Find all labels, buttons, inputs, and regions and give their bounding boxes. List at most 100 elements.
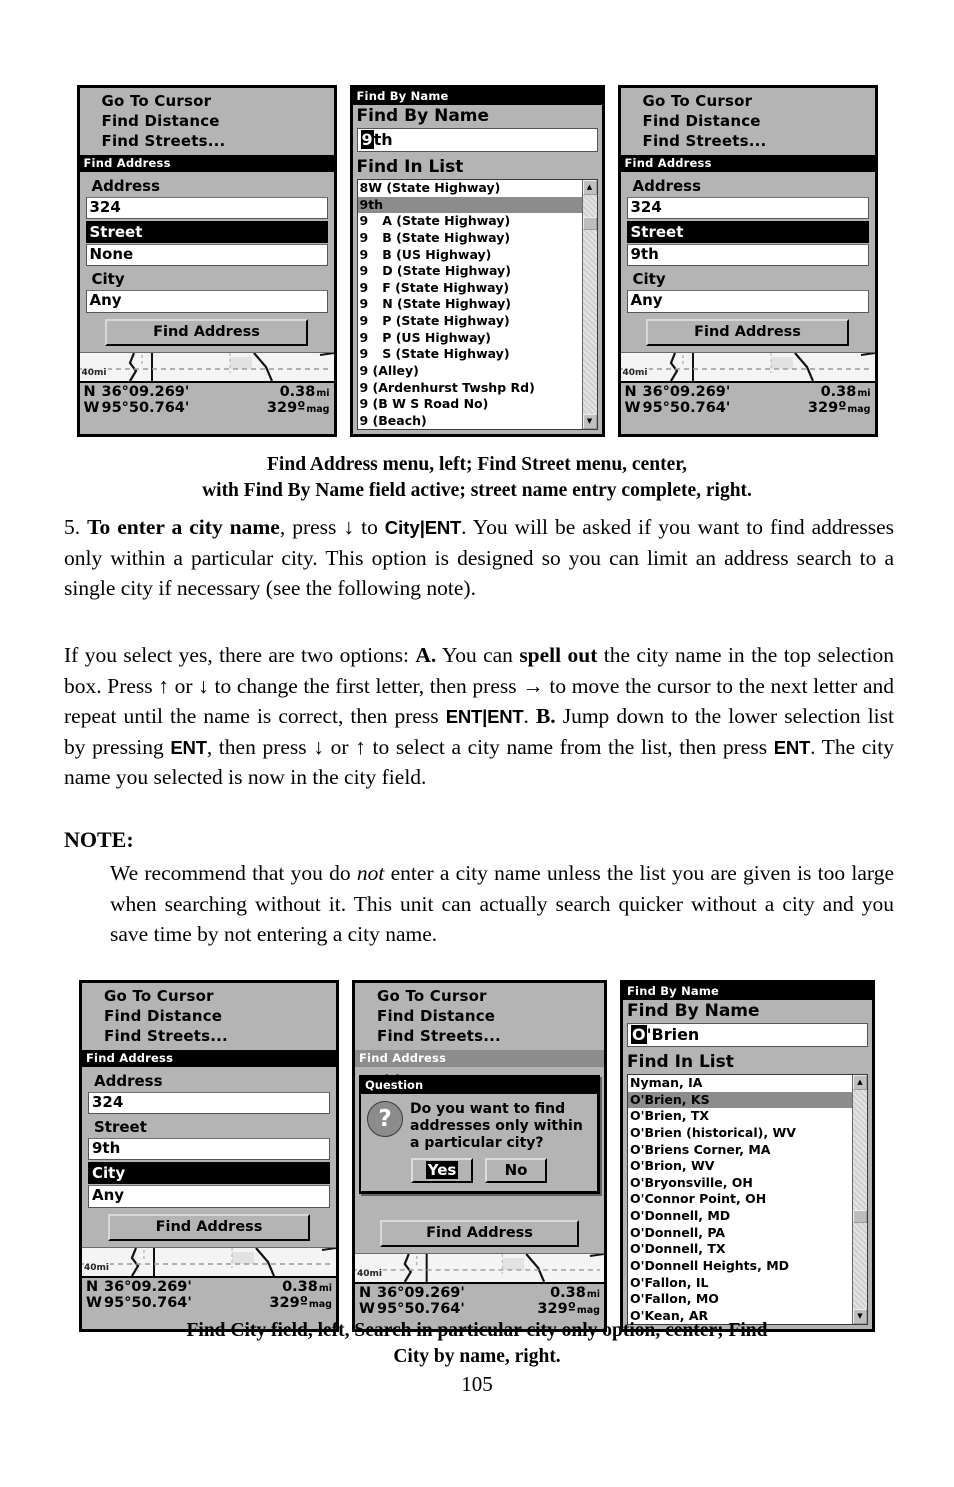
list-item-label: O'Briens Corner, MA: [630, 1141, 771, 1157]
find-address-button[interactable]: Find Address: [380, 1219, 579, 1247]
list-item[interactable]: 9 D (State Highway): [358, 263, 582, 280]
list-item[interactable]: O'Donnell, PA: [628, 1225, 852, 1242]
longitude-value: 95°50.764': [377, 1301, 465, 1318]
list-item[interactable]: O'Brion, WV: [628, 1158, 852, 1175]
device-screen-question-dialog: Go To Cursor Find Distance Find Streets.…: [352, 980, 607, 1333]
find-by-name-input[interactable]: 9th: [356, 128, 598, 152]
menu-item-go-to-cursor[interactable]: Go To Cursor: [80, 92, 334, 112]
list-item[interactable]: 9 S (State Highway): [358, 346, 582, 363]
list-item[interactable]: Nyman, IA: [628, 1075, 852, 1092]
list-item[interactable]: 9 F (State Highway): [358, 280, 582, 297]
list-item[interactable]: O'Brien, KS: [628, 1091, 852, 1109]
list-item[interactable]: 9th: [357, 196, 582, 214]
city-field-value[interactable]: Any: [85, 290, 328, 313]
list-item[interactable]: 9 A (State Highway): [358, 213, 582, 230]
list-item[interactable]: 9 (Beach): [358, 413, 582, 430]
city-field-value[interactable]: Any: [626, 290, 869, 313]
list-item[interactable]: O'Connor Point, OH: [628, 1191, 852, 1208]
list-item[interactable]: 9 B (State Highway): [358, 230, 582, 247]
dialog-body: ? Do you want to find addresses only wit…: [361, 1094, 597, 1156]
list-item[interactable]: O'Donnell, MD: [628, 1208, 852, 1225]
find-in-list[interactable]: 8W (State Highway) 9th 9 A (State Highway) 9…: [356, 179, 598, 431]
scrollbar-thumb[interactable]: [853, 1210, 867, 1223]
device-screen-find-city-field: Go To Cursor Find Distance Find Streets.…: [79, 980, 339, 1333]
find-in-list[interactable]: Nyman, IA O'Brien, KS O'Brien, TX O'Brien (…: [627, 1074, 868, 1326]
street-field-label: Street: [85, 221, 328, 244]
list-item-label: O'Brion, WV: [630, 1158, 715, 1174]
map-strip: 40mi: [82, 1246, 336, 1276]
map-strip: 40mi: [620, 351, 875, 381]
list-scrollbar[interactable]: ▲ ▼: [852, 1075, 867, 1325]
list-item[interactable]: 9 P (US Highway): [358, 330, 582, 347]
para2-text-1: If you select yes, there are two options…: [64, 643, 416, 667]
list-item[interactable]: 9 B (US Highway): [358, 247, 582, 264]
scrollbar-thumb[interactable]: [582, 217, 597, 230]
yes-button[interactable]: Yes: [411, 1158, 473, 1184]
list-item[interactable]: O'Fallon, IL: [628, 1275, 852, 1292]
list-item[interactable]: O'Bryonsville, OH: [628, 1175, 852, 1192]
list-item-label: Nyman, IA: [630, 1075, 703, 1090]
menu-item-go-to-cursor[interactable]: Go To Cursor: [82, 987, 336, 1007]
list-item[interactable]: 8W (State Highway): [358, 180, 582, 197]
find-by-name-input[interactable]: O'Brien: [627, 1023, 868, 1047]
scroll-up-icon[interactable]: ▲: [582, 180, 597, 195]
menu-item-find-distance[interactable]: Find Distance: [80, 112, 334, 132]
list-item-label: 9 (B W S Road No): [359, 396, 489, 412]
street-field-value[interactable]: 9th: [626, 244, 869, 267]
menu-item-find-streets[interactable]: Find Streets...: [621, 132, 875, 152]
list-item-prefix: 9: [359, 346, 369, 362]
address-field-value[interactable]: 324: [85, 196, 328, 220]
list-item[interactable]: O'Donnell, TX: [628, 1241, 852, 1258]
address-field-value[interactable]: 324: [626, 196, 869, 220]
scrollbar-track[interactable]: [853, 1090, 867, 1310]
list-item-prefix: 9: [359, 263, 369, 279]
find-by-name-titlebar: Find By Name: [623, 983, 872, 1000]
find-address-button[interactable]: Find Address: [646, 318, 849, 346]
address-field-value[interactable]: 324: [88, 1091, 330, 1115]
city-field-value[interactable]: Any: [88, 1185, 330, 1208]
menu-item-find-streets[interactable]: Find Streets...: [355, 1027, 604, 1047]
list-item-label: O'Brien, TX: [630, 1108, 710, 1124]
input-remainder: th: [373, 130, 393, 149]
menu-item-go-to-cursor[interactable]: Go To Cursor: [621, 92, 875, 112]
list-item-label: O'Connor Point, OH: [630, 1191, 767, 1207]
scrollbar-track[interactable]: [582, 195, 597, 415]
caption-line-1: Find Address menu, left; Find Street men…: [267, 454, 687, 475]
lat-hemisphere: N: [359, 1284, 372, 1301]
street-field-value[interactable]: 9th: [88, 1138, 330, 1161]
list-scrollbar[interactable]: ▲ ▼: [581, 180, 597, 430]
menu-item-find-streets[interactable]: Find Streets...: [82, 1027, 336, 1047]
scroll-down-icon[interactable]: ▼: [582, 414, 597, 430]
list-item[interactable]: O'Brien, TX: [628, 1108, 852, 1125]
no-button[interactable]: No: [485, 1158, 547, 1184]
menu-item-go-to-cursor[interactable]: Go To Cursor: [355, 987, 604, 1007]
scroll-up-icon[interactable]: ▲: [853, 1075, 867, 1090]
status-bar: N 36°09.269' 0.38 mi W 95°50.764' 329º m…: [355, 1281, 604, 1321]
key-ent-1: ENT: [445, 706, 483, 728]
key-ent: ENT: [424, 517, 462, 538]
list-item[interactable]: 9 P (State Highway): [358, 313, 582, 330]
list-item-label: O'Donnell, PA: [630, 1224, 726, 1240]
list-item[interactable]: O'Brien (historical), WV: [628, 1125, 852, 1142]
option-b-label: B.: [535, 704, 556, 729]
menu-item-find-distance[interactable]: Find Distance: [621, 112, 875, 132]
menu-item-find-distance[interactable]: Find Distance: [355, 1007, 604, 1027]
find-address-button[interactable]: Find Address: [107, 1213, 311, 1241]
list-item[interactable]: O'Briens Corner, MA: [628, 1142, 852, 1159]
dialog-titlebar: Question: [361, 1077, 597, 1094]
menu-item-find-distance[interactable]: Find Distance: [82, 1007, 336, 1027]
list-item[interactable]: O'Fallon, MO: [628, 1291, 852, 1308]
street-field-value[interactable]: None: [85, 244, 328, 267]
list-item[interactable]: 9 (Alley): [358, 363, 582, 380]
find-address-button[interactable]: Find Address: [105, 318, 308, 346]
distance-value: 0.38: [820, 383, 857, 400]
list-item[interactable]: O'Donnell Heights, MD: [628, 1258, 852, 1275]
spell-out-bold: spell out: [519, 643, 598, 667]
list-item[interactable]: 9 N (State Highway): [358, 296, 582, 313]
list-item[interactable]: 9 (Ardenhurst Twshp Rd): [358, 380, 582, 397]
find-address-button-area: Find Address: [355, 1219, 604, 1253]
lon-hemisphere: W: [83, 400, 100, 417]
list-item-prefix: 9: [359, 279, 369, 295]
menu-item-find-streets[interactable]: Find Streets...: [80, 132, 334, 152]
list-item[interactable]: 9 (B W S Road No): [358, 396, 582, 413]
